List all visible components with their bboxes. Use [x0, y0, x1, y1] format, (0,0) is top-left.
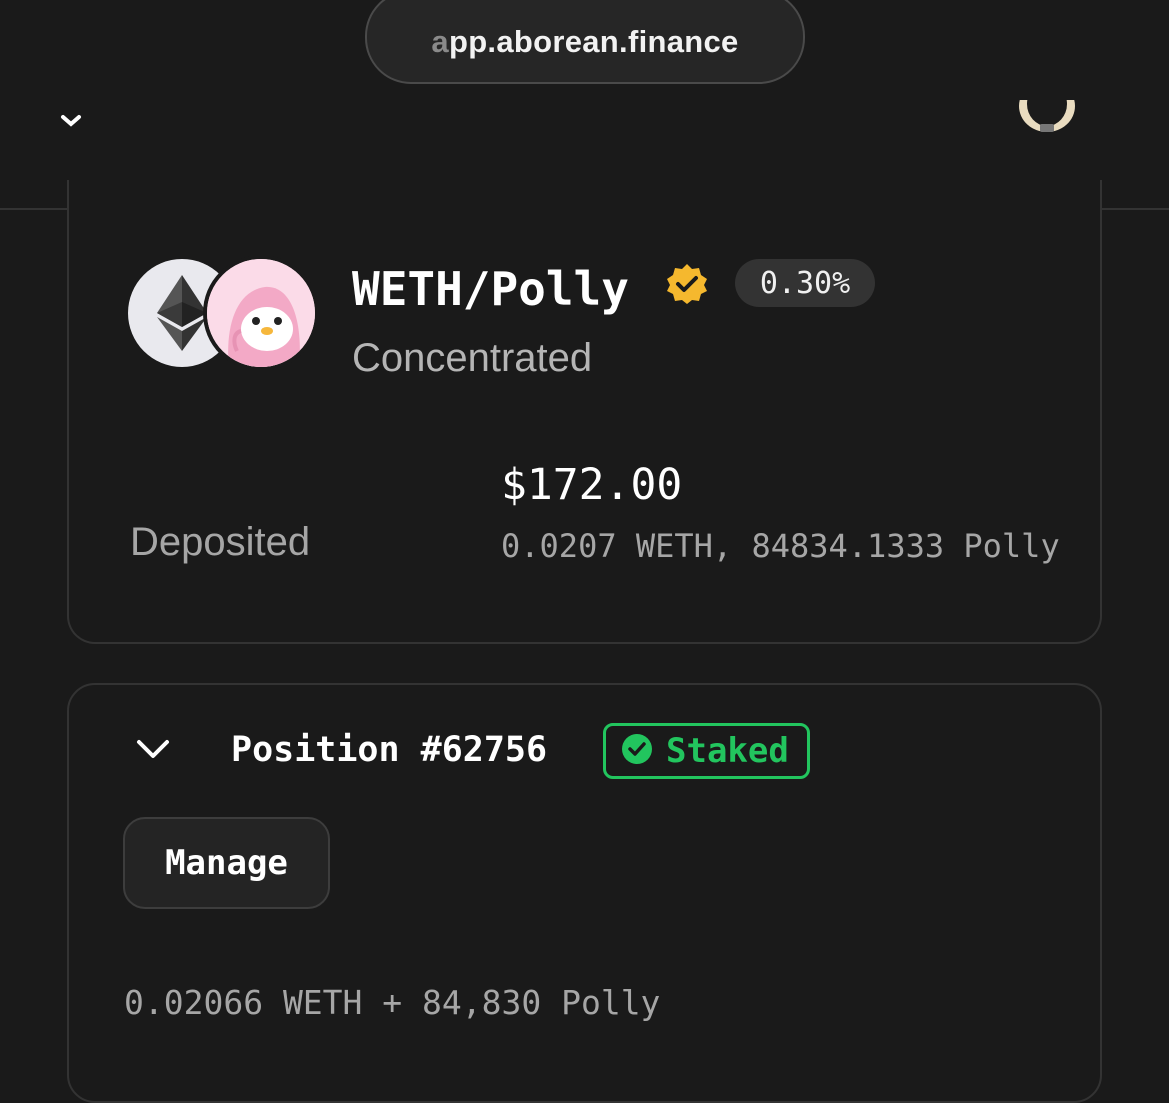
- chevron-down-icon[interactable]: [135, 737, 171, 763]
- menu-chevron-icon[interactable]: [60, 113, 82, 131]
- verified-badge-icon: [666, 263, 708, 305]
- deposited-label: Deposited: [130, 520, 311, 564]
- url-text: app.aborean.finance: [431, 24, 739, 59]
- deposited-usd-value: $172.00: [501, 460, 683, 510]
- pool-type-label: Concentrated: [352, 336, 593, 380]
- status-badge: Staked: [603, 723, 810, 779]
- pool-card: [67, 180, 1102, 644]
- position-title[interactable]: Position #62756: [231, 730, 547, 770]
- polly-penguin-icon: [207, 259, 315, 367]
- fee-badge: 0.30%: [735, 259, 875, 307]
- avatar[interactable]: [1018, 100, 1076, 136]
- manage-button[interactable]: Manage: [123, 817, 330, 909]
- url-bar[interactable]: app.aborean.finance: [365, 0, 805, 84]
- check-circle-icon: [622, 733, 652, 769]
- position-token-amounts: 0.02066 WETH + 84,830 Polly: [124, 983, 661, 1022]
- deposited-token-amounts: 0.0207 WETH, 84834.1333 Polly: [501, 527, 1060, 565]
- status-badge-label: Staked: [666, 731, 789, 771]
- pool-pair-name[interactable]: WETH/Polly: [352, 262, 629, 316]
